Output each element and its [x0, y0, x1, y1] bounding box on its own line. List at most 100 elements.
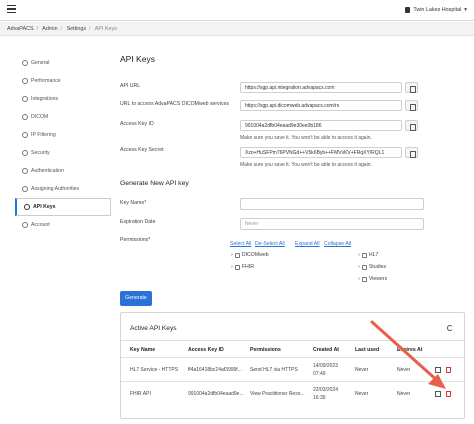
permission-node-viewers[interactable]: › Viewers: [358, 276, 387, 282]
access-key-id-field[interactable]: 991004a2dfb04eaad9e30ee0b186: [240, 120, 402, 131]
dicom-icon: [22, 114, 28, 120]
dicomweb-url-field[interactable]: https://sgp.api.dicomweb.advapacs.com/rs: [240, 100, 402, 111]
select-all-link[interactable]: Select All: [230, 241, 251, 247]
key-name-cell: HL7 Service - HTTPS: [130, 367, 179, 373]
sidebar-item-ip-filtering[interactable]: IP Filtering: [15, 126, 111, 144]
divider: [121, 381, 464, 382]
chevron-right-icon[interactable]: ›: [358, 264, 360, 270]
account-icon: [22, 222, 28, 228]
permission-checkbox[interactable]: [361, 276, 367, 282]
created-date-cell: 22/03/2024: [313, 387, 339, 393]
permission-label: Studies: [368, 264, 387, 270]
last-used-cell: Never: [355, 367, 369, 373]
dicomweb-url-label: URL to access AdvaPACS DICOMweb services: [120, 101, 229, 107]
edit-icon[interactable]: [435, 391, 441, 397]
sidebar-item-label: Security: [31, 150, 50, 156]
copy-api-url-button[interactable]: [405, 82, 418, 93]
copy-dicomweb-url-button[interactable]: [405, 100, 418, 111]
refresh-icon[interactable]: [447, 325, 453, 331]
divider: [121, 357, 464, 358]
chevron-right-icon[interactable]: ›: [231, 252, 233, 258]
chevron-right-icon[interactable]: ›: [231, 264, 233, 270]
collapse-all-link[interactable]: Collapse All: [324, 241, 351, 247]
delete-icon[interactable]: [446, 391, 451, 397]
sidebar-item-account[interactable]: Account: [15, 216, 111, 234]
gear-icon: [22, 60, 28, 66]
expires-at-cell: Never: [397, 367, 411, 373]
shield-icon: [22, 150, 28, 156]
hospital-icon: [405, 7, 411, 13]
key-icon: [24, 204, 30, 210]
sidebar-item-label: IP Filtering: [31, 132, 56, 138]
column-header-permissions: Permissions: [250, 347, 281, 353]
permission-node-hl7[interactable]: › HL7: [358, 252, 378, 258]
key-name-input[interactable]: [240, 198, 424, 210]
user-lock-icon: [22, 168, 28, 174]
api-url-field[interactable]: https://sgp.api.integration.advapacs.com: [240, 82, 402, 93]
breadcrumb-item-api-keys: API Keys: [94, 26, 117, 32]
key-name-cell: FHIR API: [130, 391, 151, 397]
permission-checkbox[interactable]: [234, 264, 240, 270]
edit-icon[interactable]: [435, 367, 441, 373]
sidebar-item-dicom[interactable]: DICOM: [15, 108, 111, 126]
sidebar-item-label: Performance: [31, 78, 61, 84]
hospital-selector[interactable]: Twin Lakes Hospital ▾: [405, 7, 467, 13]
plug-icon: [22, 96, 28, 102]
expiration-date-input[interactable]: Never: [240, 218, 424, 230]
sidebar-item-label: Assigning Authorities: [31, 186, 80, 192]
chevron-down-icon: ▾: [464, 7, 467, 13]
permission-node-dicomweb[interactable]: › DICOMweb: [231, 252, 269, 258]
gauge-icon: [22, 78, 28, 84]
permission-node-studies[interactable]: › Studies: [358, 264, 386, 270]
access-key-secret-note: Make sure you save it. You won't be able…: [240, 162, 372, 168]
sidebar-item-label: API Keys: [33, 204, 56, 210]
created-time-cell: 16:35: [313, 395, 326, 401]
permissions-cell: View Practitioner Reso...: [250, 391, 305, 397]
access-key-id-cell: ff4a16418bc24af3999f...: [188, 367, 242, 373]
sidebar-item-security[interactable]: Security: [15, 144, 111, 162]
copy-access-key-secret-button[interactable]: [405, 147, 418, 158]
chevron-right-icon[interactable]: ›: [358, 252, 360, 258]
created-time-cell: 07:49: [313, 371, 326, 377]
permission-label: HL7: [368, 252, 379, 258]
access-key-secret-field[interactable]: Xzo+HuSFPm76PVNGd++V5k6Byb++FMVvKV+FRqXY…: [240, 147, 402, 158]
hamburger-menu-icon[interactable]: [7, 5, 16, 14]
permission-node-fhir[interactable]: › FHIR: [231, 264, 254, 270]
generate-section-title: Generate New API key: [120, 180, 189, 187]
expand-all-link[interactable]: Expand All: [295, 241, 320, 247]
deselect-all-link[interactable]: De-Select All: [255, 241, 285, 247]
created-date-cell: 14/09/2023: [313, 363, 339, 369]
permissions-cell: Send HL7 via HTTPS: [250, 367, 298, 373]
breadcrumb-item-settings[interactable]: Settings: [67, 26, 86, 32]
permission-label: DICOMweb: [241, 252, 269, 258]
key-name-label: Key Name*: [120, 200, 147, 206]
page-title: API Keys: [120, 54, 155, 64]
sidebar-item-performance[interactable]: Performance: [15, 72, 111, 90]
column-header-access-key-id: Access Key ID: [188, 347, 224, 353]
access-key-id-note: Make sure you save it. You won't be able…: [240, 135, 372, 141]
copy-access-key-id-button[interactable]: [405, 120, 418, 131]
sidebar-item-label: DICOM: [31, 114, 49, 120]
divider: [121, 340, 464, 341]
delete-icon[interactable]: [446, 367, 451, 373]
permission-checkbox[interactable]: [361, 252, 367, 258]
api-url-label: API URL: [120, 83, 141, 89]
sidebar-item-api-keys[interactable]: API Keys: [15, 198, 111, 216]
sidebar-item-authentication[interactable]: Authentication: [15, 162, 111, 180]
breadcrumb-item-admin[interactable]: Admin: [42, 26, 57, 32]
breadcrumb: AdvaPACS / Admin / Settings / API Keys: [0, 22, 474, 36]
permission-label: FHIR: [241, 264, 254, 270]
permission-checkbox[interactable]: [361, 264, 367, 270]
breadcrumb-item-advapacs[interactable]: AdvaPACS: [7, 26, 34, 32]
chevron-right-icon[interactable]: ›: [358, 276, 360, 282]
column-header-last-used: Last used: [355, 347, 380, 353]
permission-checkbox[interactable]: [234, 252, 240, 258]
generate-button[interactable]: Generate: [120, 291, 152, 306]
sidebar-item-general[interactable]: General: [15, 54, 111, 72]
access-key-id-label: Access Key ID: [120, 121, 154, 127]
sidebar-item-assigning-authorities[interactable]: Assigning Authorities: [15, 180, 111, 198]
top-bar: Twin Lakes Hospital ▾: [0, 0, 474, 21]
sidebar-item-label: Integrations: [31, 96, 59, 102]
sidebar-item-label: Account: [31, 222, 50, 228]
sidebar-item-integrations[interactable]: Integrations: [15, 90, 111, 108]
